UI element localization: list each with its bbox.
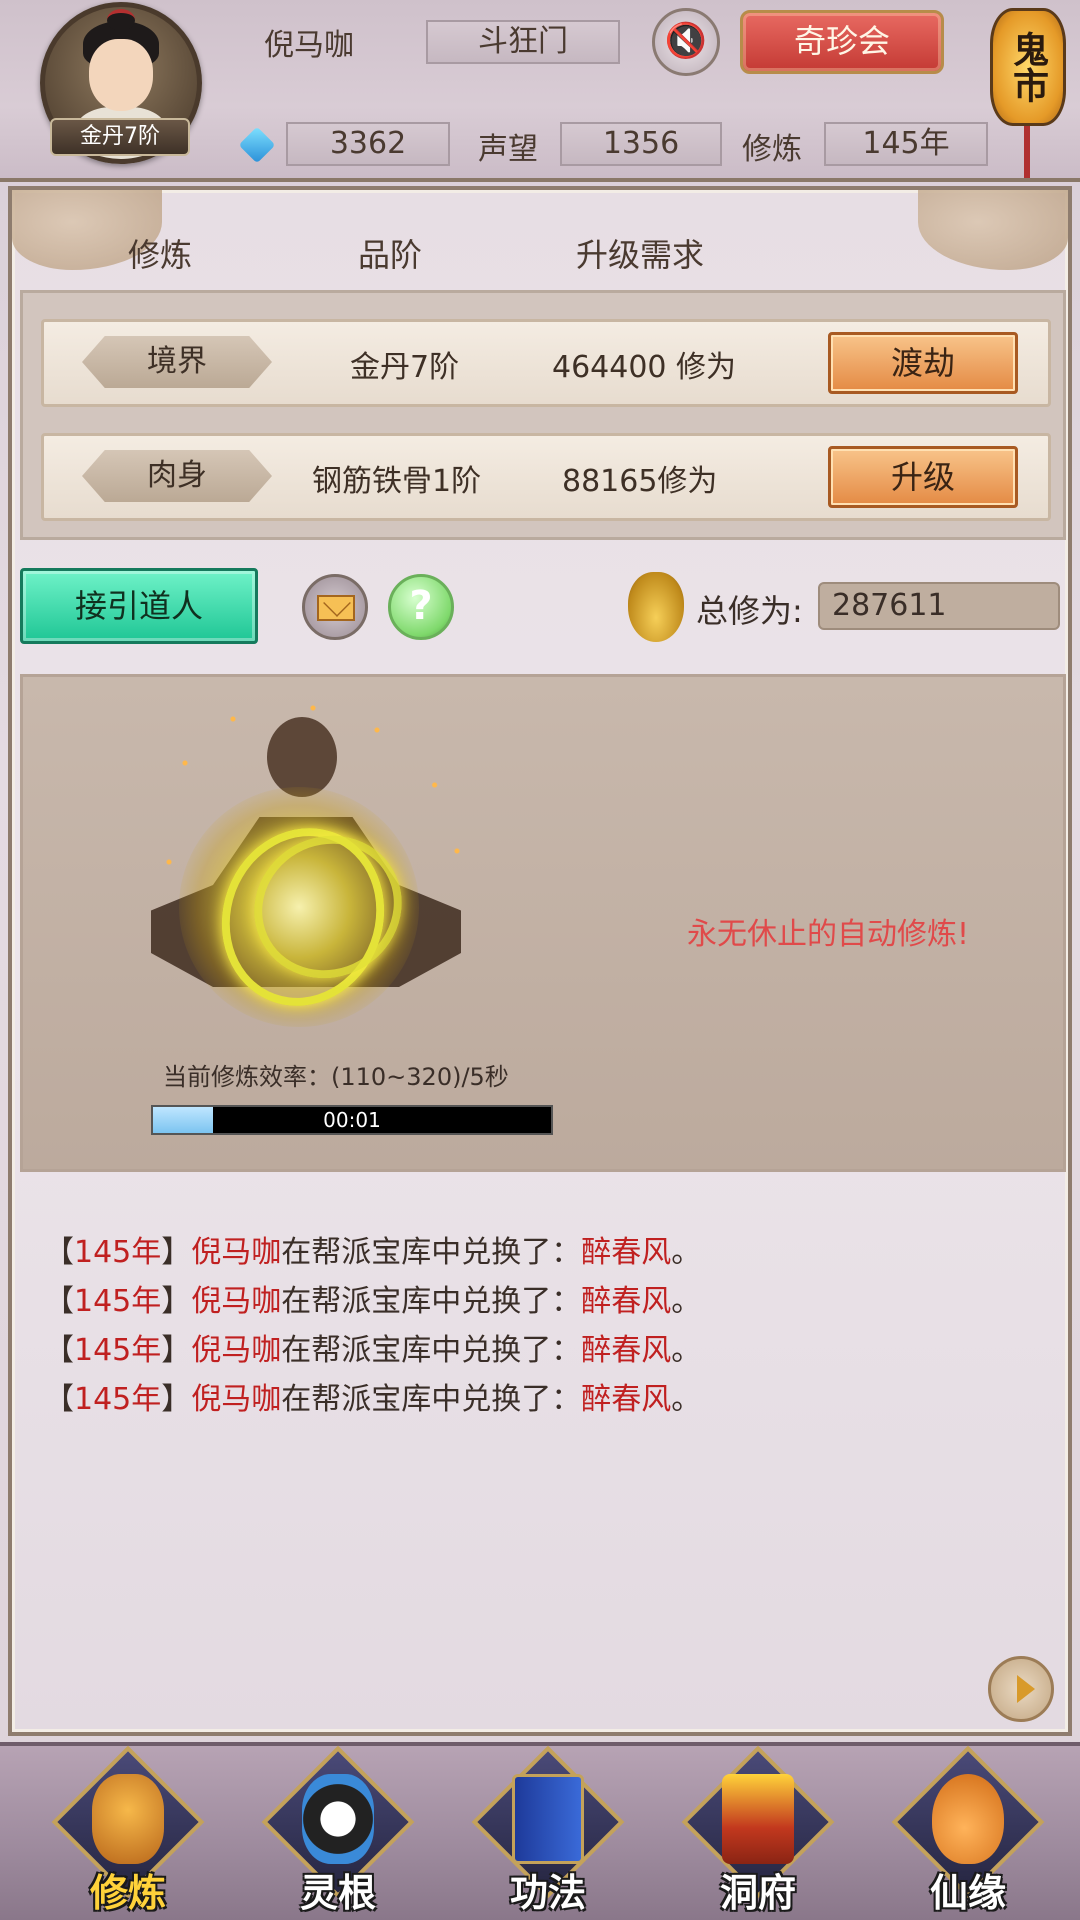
player-name: 倪马咖 xyxy=(264,28,354,63)
reputation-value: 1356 xyxy=(560,122,722,166)
meditator-head xyxy=(267,717,337,797)
bottom-navigation: 修炼 灵根 功法 洞府 仙缘 xyxy=(0,1742,1080,1920)
cultivation-years-label: 修炼 xyxy=(742,132,802,167)
cultivation-panel: 修炼 品阶 升级需求 境界 金丹7阶 464400 修为 渡劫 肉身 钢筋铁骨1… xyxy=(8,186,1072,1736)
reputation-label: 声望 xyxy=(478,132,538,167)
log-entry: 【145年】倪马咖在帮派宝库中兑换了：醉春风。 xyxy=(44,1382,702,1417)
auto-cultivation-area: 永无休止的自动修炼! 当前修炼效率：(110~320)/5秒 00:01 xyxy=(20,674,1066,1172)
progress-timer: 00:01 xyxy=(323,1108,381,1132)
nav-cave-dwelling[interactable]: 洞府 xyxy=(678,1745,838,1918)
nav-label: 灵根 xyxy=(299,1871,376,1915)
event-log: 【145年】倪马咖在帮派宝库中兑换了：醉春风。 【145年】倪马咖在帮派宝库中兑… xyxy=(44,1228,1024,1424)
help-button[interactable]: ? xyxy=(388,574,454,640)
speaker-muted-icon: 🔇 xyxy=(664,21,708,61)
log-entry: 【145年】倪马咖在帮派宝库中兑换了：醉春风。 xyxy=(44,1333,702,1368)
nav-label: 修炼 xyxy=(89,1871,166,1915)
body-requirement: 88165修为 xyxy=(562,464,718,499)
nav-cultivation[interactable]: 修炼 xyxy=(48,1745,208,1918)
ghost-market-lantern-button[interactable]: 鬼市 xyxy=(990,8,1066,126)
sect-name[interactable]: 斗狂门 xyxy=(426,20,620,64)
body-upgrade-button[interactable]: 升级 xyxy=(828,446,1018,508)
nav-label: 洞府 xyxy=(719,1871,796,1915)
mail-button[interactable] xyxy=(302,574,368,640)
cultivation-rate: 当前修炼效率：(110~320)/5秒 xyxy=(163,1063,509,1091)
gem-count: 3362 xyxy=(286,122,450,166)
meditating-figure-icon xyxy=(92,1774,164,1864)
column-header-grade: 品阶 xyxy=(358,236,423,274)
avatar-hair-bun xyxy=(107,9,135,31)
tribulation-button[interactable]: 渡劫 xyxy=(828,332,1018,394)
scroll-book-icon xyxy=(512,1774,584,1864)
yin-yang-sword-icon xyxy=(302,1774,374,1864)
realm-grade: 金丹7阶 xyxy=(350,350,460,385)
rank-badge: 金丹7阶 xyxy=(50,118,190,156)
cultivation-progress-bar: 00:01 xyxy=(151,1105,553,1135)
guide-taoist-button[interactable]: 接引道人 xyxy=(20,568,258,644)
realm-row: 境界 金丹7阶 464400 修为 渡劫 xyxy=(41,319,1051,407)
lantern-tassel xyxy=(1024,126,1030,178)
pagoda-icon xyxy=(722,1774,794,1864)
question-mark-icon: ? xyxy=(409,583,433,629)
total-cultivation-label: 总修为: xyxy=(696,592,803,630)
spirit-gem-icon xyxy=(238,126,276,164)
cloud-ornament-right xyxy=(918,190,1068,270)
cultivation-years-value: 145年 xyxy=(824,122,988,166)
column-header-cultivation: 修炼 xyxy=(128,236,193,274)
total-cultivation-value: 287611 xyxy=(818,582,1060,630)
envelope-icon xyxy=(317,595,355,621)
upgrade-table: 境界 金丹7阶 464400 修为 渡劫 肉身 钢筋铁骨1阶 88165修为 升… xyxy=(20,290,1066,540)
nav-label: 功法 xyxy=(509,1871,586,1915)
mute-sound-button[interactable]: 🔇 xyxy=(652,8,720,76)
money-bag-icon xyxy=(628,572,684,642)
nav-fate[interactable]: 仙缘 xyxy=(888,1745,1048,1918)
nav-techniques[interactable]: 功法 xyxy=(468,1745,628,1918)
avatar-face xyxy=(89,39,153,111)
body-grade: 钢筋铁骨1阶 xyxy=(312,464,482,499)
treasure-auction-button[interactable]: 奇珍会 xyxy=(740,10,944,74)
body-tag: 肉身 xyxy=(82,450,272,502)
column-header-requirement: 升级需求 xyxy=(576,236,705,274)
nav-spirit-root[interactable]: 灵根 xyxy=(258,1745,418,1918)
gourd-icon xyxy=(932,1774,1004,1864)
auto-cultivation-text: 永无休止的自动修炼! xyxy=(687,917,970,952)
nav-label: 仙缘 xyxy=(929,1871,1006,1915)
log-entry: 【145年】倪马咖在帮派宝库中兑换了：醉春风。 xyxy=(44,1284,702,1319)
realm-tag: 境界 xyxy=(82,336,272,388)
body-row: 肉身 钢筋铁骨1阶 88165修为 升级 xyxy=(41,433,1051,521)
realm-requirement: 464400 修为 xyxy=(552,350,737,385)
next-page-arrow-button[interactable] xyxy=(988,1656,1054,1722)
log-entry: 【145年】倪马咖在帮派宝库中兑换了：醉春风。 xyxy=(44,1235,702,1270)
top-bar: 金丹7阶 倪马咖 斗狂门 🔇 奇珍会 鬼市 3362 声望 1356 修炼 14… xyxy=(0,0,1080,182)
